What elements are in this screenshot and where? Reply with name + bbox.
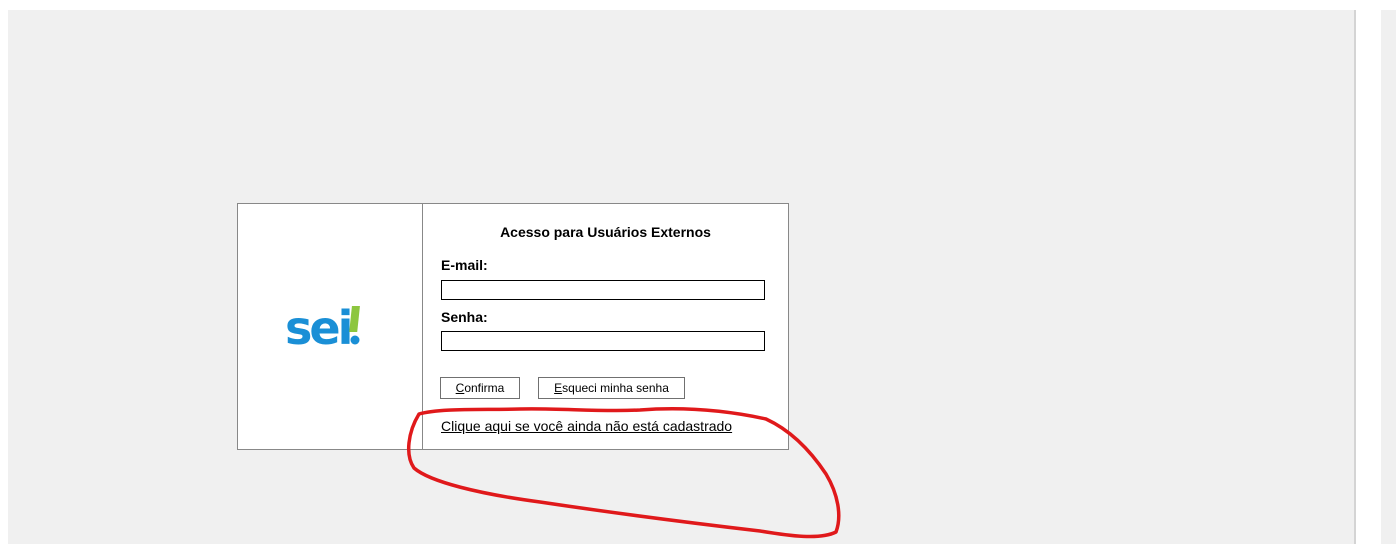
login-panel: sei Acesso para Usuários Externos E-mail… [237,203,789,450]
svg-text:sei: sei [285,301,350,355]
register-link[interactable]: Clique aqui se você ainda não está cadas… [441,418,732,434]
forgot-password-button[interactable]: Esqueci minha senha [538,377,685,399]
sei-logo: sei [285,301,360,355]
scrollbar-divider [1354,10,1356,544]
password-field[interactable] [441,331,765,351]
esqueci-accesskey: E [554,381,563,395]
email-field[interactable] [441,280,765,300]
scrollbar-track[interactable] [1381,10,1396,544]
form-title: Acesso para Usuários Externos [500,224,711,240]
senha-label: Senha: [441,309,488,325]
confirma-button[interactable]: Confirma [440,377,520,399]
login-form: Acesso para Usuários Externos E-mail: Se… [423,204,788,449]
email-label: E-mail: [441,257,488,273]
esqueci-label: squeci minha senha [562,381,669,395]
confirma-label: onfirma [464,381,505,395]
logo-cell: sei [238,204,423,449]
